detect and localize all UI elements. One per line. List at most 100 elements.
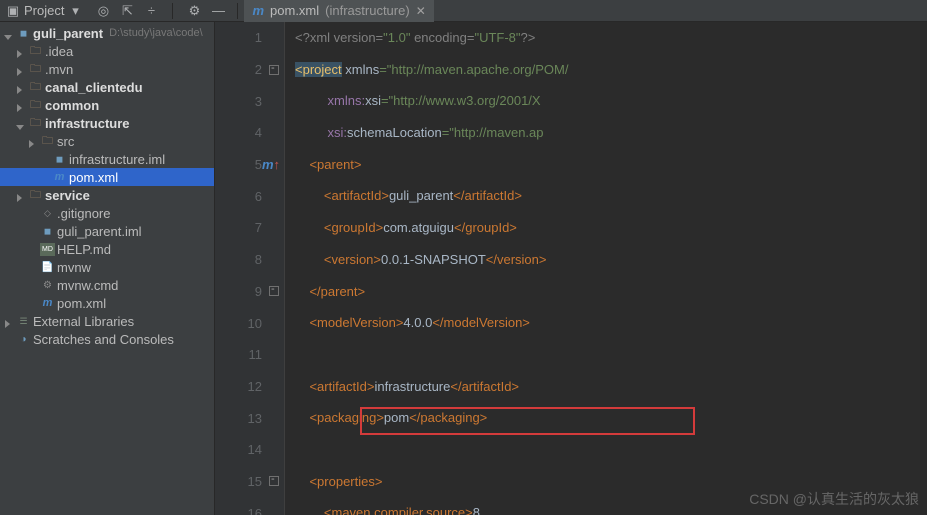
line-number: 9 — [255, 284, 262, 299]
line-gutter: 1 2 3 4 5m↑ 6 7 8 9 10 11 12 13 14 15 16 — [215, 22, 285, 515]
toolbar-icons: ◎ ⇱ ÷ ⚙ — — [88, 3, 233, 19]
tree-label: guli_parent — [33, 26, 103, 41]
tree-label: service — [45, 188, 90, 203]
target-icon[interactable]: ◎ — [96, 4, 110, 18]
tree-item-src[interactable]: src — [0, 132, 214, 150]
line-number: 5 — [255, 157, 262, 172]
blank-icon — [28, 208, 38, 218]
chevron-right-icon[interactable] — [16, 100, 26, 110]
code-area[interactable]: <?xml version="1.0" encoding="UTF-8"?><p… — [285, 22, 927, 515]
folder-icon — [28, 189, 43, 202]
git-icon — [40, 207, 55, 220]
module-icon — [16, 27, 31, 40]
file-icon — [40, 261, 55, 274]
watermark-text: CSDN @认真生活的灰太狼 — [749, 489, 919, 509]
chevron-right-icon[interactable] — [16, 46, 26, 56]
tree-label: .gitignore — [57, 206, 110, 221]
tree-item-canal[interactable]: canal_clientedu — [0, 78, 214, 96]
tab-filename: pom.xml — [270, 3, 319, 18]
tree-root[interactable]: guli_parent D:\study\java\code\ — [0, 24, 214, 42]
folder-icon — [40, 135, 55, 148]
fold-icon[interactable] — [269, 476, 279, 486]
maven-file-icon — [40, 297, 55, 310]
tree-item-infrastructure[interactable]: infrastructure — [0, 114, 214, 132]
tree-item-iml[interactable]: infrastructure.iml — [0, 150, 214, 168]
chevron-down-icon: ▾ — [68, 4, 82, 18]
tree-label: infrastructure.iml — [69, 152, 165, 167]
blank-icon — [4, 334, 14, 344]
blank-icon — [28, 226, 38, 236]
collapse-icon[interactable]: ÷ — [144, 4, 158, 18]
expand-icon[interactable]: ⇱ — [120, 4, 134, 18]
line-number: 8 — [255, 252, 262, 267]
tree-label: .mvn — [45, 62, 73, 77]
tree-label: guli_parent.iml — [57, 224, 142, 239]
line-number: 16 — [248, 506, 262, 515]
folder-icon — [28, 81, 43, 94]
line-number: 15 — [248, 474, 262, 489]
chevron-right-icon[interactable] — [28, 136, 38, 146]
fold-icon[interactable] — [269, 65, 279, 75]
tree-item-pom-root[interactable]: pom.xml — [0, 294, 214, 312]
tree-label: canal_clientedu — [45, 80, 143, 95]
blank-icon — [28, 262, 38, 272]
tree-label: mvnw — [57, 260, 91, 275]
scratch-icon — [16, 333, 31, 346]
tree-item-common[interactable]: common — [0, 96, 214, 114]
separator — [237, 3, 238, 19]
editor-tab-pom[interactable]: m pom.xml (infrastructure) ✕ — [244, 0, 433, 22]
line-number: 10 — [248, 316, 262, 331]
tree-item-gitignore[interactable]: .gitignore — [0, 204, 214, 222]
tree-path: D:\study\java\code\ — [109, 27, 203, 39]
tree-item-pom-selected[interactable]: pom.xml — [0, 168, 214, 186]
project-icon: ▣ — [6, 4, 20, 18]
module-file-icon — [52, 153, 67, 166]
tree-label: mvnw.cmd — [57, 278, 118, 293]
tree-label: pom.xml — [69, 170, 118, 185]
chevron-right-icon[interactable] — [16, 82, 26, 92]
line-number: 14 — [248, 442, 262, 457]
tree-item-service[interactable]: service — [0, 186, 214, 204]
blank-icon — [28, 244, 38, 254]
tree-item-mvnw-cmd[interactable]: mvnw.cmd — [0, 276, 214, 294]
tree-scratches[interactable]: Scratches and Consoles — [0, 330, 214, 348]
project-label: Project — [24, 3, 64, 18]
fold-icon[interactable] — [269, 286, 279, 296]
folder-icon — [28, 45, 43, 58]
line-number: 2 — [255, 62, 262, 77]
tree-item-mvnw[interactable]: mvnw — [0, 258, 214, 276]
tree-label: pom.xml — [57, 296, 106, 311]
tree-label: src — [57, 134, 74, 149]
cmd-file-icon — [40, 279, 55, 292]
folder-icon — [28, 117, 43, 130]
chevron-right-icon[interactable] — [16, 190, 26, 200]
tree-item-mvn[interactable]: .mvn — [0, 60, 214, 78]
editor[interactable]: 1 2 3 4 5m↑ 6 7 8 9 10 11 12 13 14 15 16… — [215, 22, 927, 515]
project-tree[interactable]: guli_parent D:\study\java\code\ .idea .m… — [0, 22, 215, 515]
folder-icon — [28, 63, 43, 76]
project-panel-title[interactable]: ▣ Project ▾ — [0, 3, 88, 18]
tree-item-idea[interactable]: .idea — [0, 42, 214, 60]
tree-item-help[interactable]: HELP.md — [0, 240, 214, 258]
line-number: 1 — [255, 30, 262, 45]
line-number: 12 — [248, 379, 262, 394]
tree-label: common — [45, 98, 99, 113]
blank-icon — [28, 280, 38, 290]
tree-external-libraries[interactable]: External Libraries — [0, 312, 214, 330]
tree-label: Scratches and Consoles — [33, 332, 174, 347]
chevron-right-icon[interactable] — [16, 64, 26, 74]
module-file-icon — [40, 225, 55, 238]
top-toolbar: ▣ Project ▾ ◎ ⇱ ÷ ⚙ — m pom.xml (infrast… — [0, 0, 927, 22]
tree-item-parent-iml[interactable]: guli_parent.iml — [0, 222, 214, 240]
blank-icon — [40, 154, 50, 164]
chevron-down-icon[interactable] — [4, 28, 14, 38]
close-icon[interactable]: ✕ — [416, 4, 426, 18]
folder-icon — [28, 99, 43, 112]
library-icon — [16, 315, 31, 328]
hide-icon[interactable]: — — [211, 4, 225, 18]
chevron-down-icon[interactable] — [16, 118, 26, 128]
highlight-box — [360, 407, 695, 435]
gear-icon[interactable]: ⚙ — [187, 4, 201, 18]
chevron-right-icon[interactable] — [4, 316, 14, 326]
line-number: 6 — [255, 189, 262, 204]
